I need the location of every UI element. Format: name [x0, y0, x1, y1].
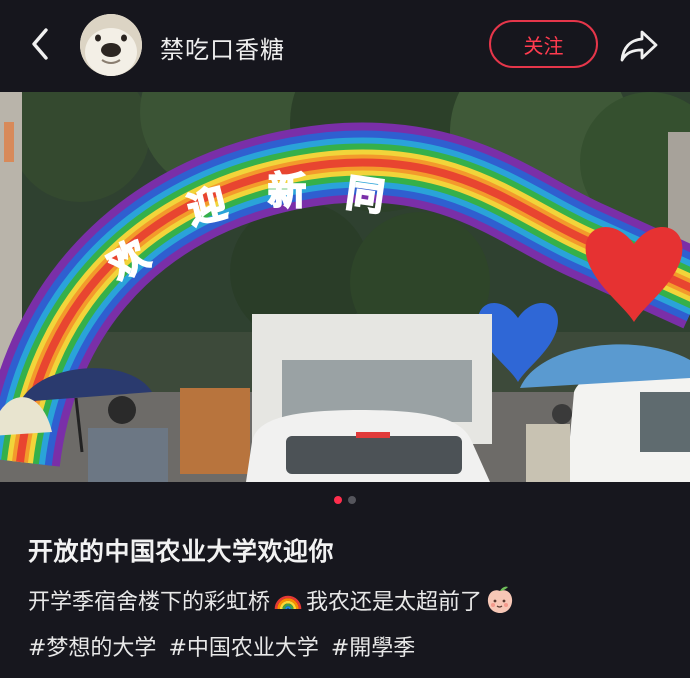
follow-button[interactable]: 关注: [489, 20, 598, 68]
carousel-dot-active[interactable]: [334, 496, 342, 504]
carousel-dot[interactable]: [348, 496, 356, 504]
post-description: 开学季宿舍楼下的彩虹桥 我农还是太超前了: [28, 584, 518, 616]
dog-avatar-image: [80, 14, 142, 76]
hashtag-link[interactable]: #梦想的大学: [28, 630, 156, 662]
arch-char: 同: [343, 173, 386, 220]
post-title: 开放的中国农业大学欢迎你: [28, 537, 335, 566]
post-photo[interactable]: 欢 迎 新 同: [0, 92, 690, 482]
desc-text-part1: 开学季宿舍楼下的彩虹桥: [28, 590, 271, 615]
chevron-left-icon: [32, 28, 48, 60]
share-arrow-icon: [620, 30, 658, 62]
share-button[interactable]: [618, 26, 662, 66]
username[interactable]: 禁吃口香糖: [160, 30, 285, 65]
avatar[interactable]: [80, 14, 142, 76]
arch-char: 新: [268, 171, 306, 213]
desc-text-part2: 我农还是太超前了: [306, 590, 483, 615]
hashtag-list: #梦想的大学 #中国农业大学 #開學季: [28, 630, 415, 662]
carousel-indicator: [0, 496, 690, 508]
rainbow-icon: [274, 595, 302, 610]
hashtag-link[interactable]: #中国农业大学: [168, 630, 318, 662]
hashtag-link[interactable]: #開學季: [331, 630, 415, 662]
peach-face-icon: [487, 586, 513, 613]
top-bar: 禁吃口香糖 关注: [0, 0, 690, 92]
back-button[interactable]: [26, 26, 56, 62]
rainbow-arch-photo: 欢 迎 新 同: [0, 92, 690, 482]
